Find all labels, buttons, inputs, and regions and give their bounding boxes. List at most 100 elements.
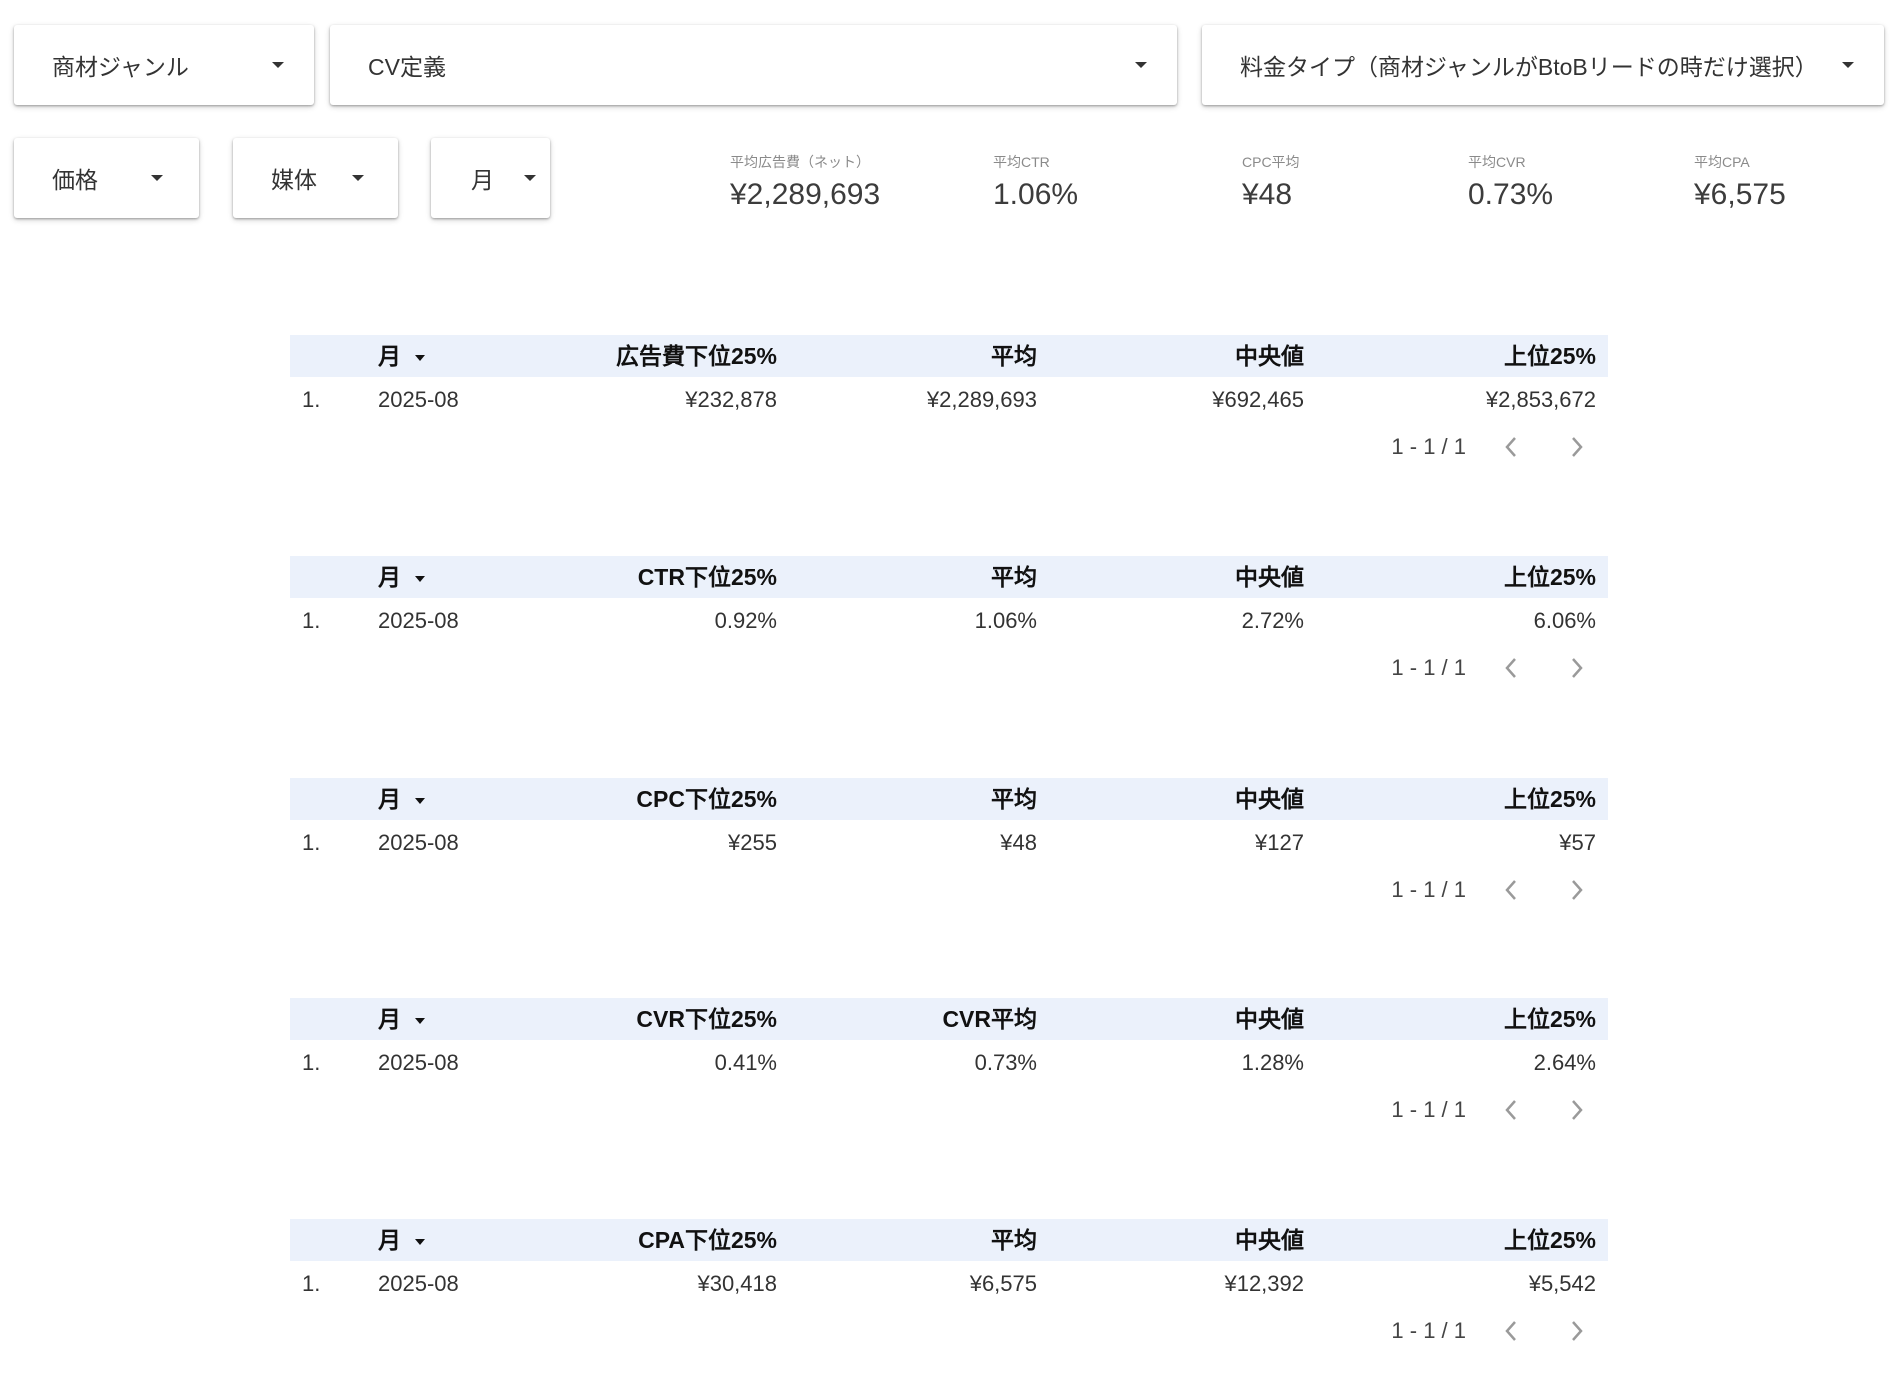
chevron-right-icon[interactable] bbox=[1562, 1096, 1590, 1124]
caret-down-icon bbox=[1135, 62, 1147, 68]
chevron-left-icon[interactable] bbox=[1498, 1317, 1526, 1345]
kpi-avg-cpa: 平均CPA ¥6,575 bbox=[1694, 152, 1786, 212]
table-row: 1. 2025-08 0.41% 0.73% 1.28% 2.64% bbox=[290, 1040, 1608, 1086]
table-cell: ¥255 bbox=[728, 830, 777, 855]
caret-down-icon bbox=[272, 62, 284, 68]
column-header[interactable]: 上位25% bbox=[1504, 556, 1596, 598]
column-header[interactable]: 上位25% bbox=[1504, 778, 1596, 820]
pricing-type-label: 料金タイプ（商材ジャンルがBtoBリードの時だけ選択） bbox=[1240, 54, 1818, 80]
table-cell: 0.73% bbox=[974, 1050, 1037, 1075]
pagination: 1 - 1 / 1 bbox=[1348, 1307, 1608, 1355]
kpi-avg-cpc: CPC平均 ¥48 bbox=[1242, 152, 1300, 212]
chevron-right-icon[interactable] bbox=[1562, 1317, 1590, 1345]
sort-caret-icon bbox=[415, 797, 425, 804]
media-filter-label: 媒体 bbox=[271, 167, 317, 193]
month-column-header[interactable]: 月 bbox=[378, 556, 425, 598]
column-header[interactable]: 広告費下位25% bbox=[616, 335, 777, 377]
kpi-value: ¥2,289,693 bbox=[730, 178, 881, 211]
month-column-header[interactable]: 月 bbox=[378, 998, 425, 1040]
column-header[interactable]: 中央値 bbox=[1235, 556, 1304, 598]
caret-down-icon bbox=[524, 175, 536, 181]
chevron-right-icon[interactable] bbox=[1562, 654, 1590, 682]
pagination: 1 - 1 / 1 bbox=[1348, 423, 1608, 471]
genre-filter-label: 商材ジャンル bbox=[52, 54, 189, 80]
chevron-left-icon[interactable] bbox=[1498, 433, 1526, 461]
pagination-text: 1 - 1 / 1 bbox=[1391, 655, 1466, 680]
kpi-label: 平均CTR bbox=[993, 154, 1050, 170]
month-column-header[interactable]: 月 bbox=[378, 335, 425, 377]
pagination: 1 - 1 / 1 bbox=[1348, 866, 1608, 914]
media-filter-dropdown[interactable]: 媒体 bbox=[233, 138, 398, 218]
month-filter-dropdown[interactable]: 月 bbox=[431, 138, 550, 218]
cpa-table: 月 CPA下位25% 平均 中央値 上位25% 1. 2025-08 ¥30,4… bbox=[290, 1219, 1608, 1387]
column-header[interactable]: 上位25% bbox=[1504, 998, 1596, 1040]
genre-filter-dropdown[interactable]: 商材ジャンル bbox=[14, 25, 314, 105]
column-header[interactable]: CTR下位25% bbox=[638, 556, 777, 598]
column-header[interactable]: 平均 bbox=[991, 335, 1037, 377]
kpi-label: 平均広告費（ネット） bbox=[730, 154, 870, 170]
chevron-right-icon[interactable] bbox=[1562, 433, 1590, 461]
month-filter-label: 月 bbox=[471, 167, 494, 193]
month-cell: 2025-08 bbox=[378, 387, 459, 412]
row-index: 1. bbox=[302, 1271, 321, 1296]
column-header[interactable]: 中央値 bbox=[1235, 335, 1304, 377]
column-header[interactable]: 平均 bbox=[991, 778, 1037, 820]
table-cell: ¥12,392 bbox=[1224, 1271, 1304, 1296]
table-cell: 6.06% bbox=[1533, 608, 1596, 633]
column-header[interactable]: CPC下位25% bbox=[636, 778, 777, 820]
column-header[interactable]: 中央値 bbox=[1235, 1219, 1304, 1261]
kpi-label: CPC平均 bbox=[1242, 154, 1300, 170]
table-row: 1. 2025-08 ¥255 ¥48 ¥127 ¥57 bbox=[290, 820, 1608, 866]
pagination: 1 - 1 / 1 bbox=[1348, 1086, 1608, 1134]
column-header[interactable]: CVR平均 bbox=[942, 998, 1037, 1040]
pagination-text: 1 - 1 / 1 bbox=[1391, 434, 1466, 459]
kpi-avg-ad-spend: 平均広告費（ネット） ¥2,289,693 bbox=[730, 152, 880, 212]
price-filter-dropdown[interactable]: 価格 bbox=[14, 138, 199, 218]
sort-caret-icon bbox=[415, 575, 425, 582]
column-header[interactable]: 中央値 bbox=[1235, 998, 1304, 1040]
kpi-value: 1.06% bbox=[993, 178, 1079, 211]
table-cell: 1.28% bbox=[1241, 1050, 1304, 1075]
chevron-right-icon[interactable] bbox=[1562, 876, 1590, 904]
pagination-text: 1 - 1 / 1 bbox=[1391, 1318, 1466, 1343]
table-cell: ¥232,878 bbox=[685, 387, 777, 412]
sort-caret-icon bbox=[415, 1238, 425, 1245]
cvr-table: 月 CVR下位25% CVR平均 中央値 上位25% 1. 2025-08 0.… bbox=[290, 998, 1608, 1166]
month-cell: 2025-08 bbox=[378, 830, 459, 855]
column-header[interactable]: 平均 bbox=[991, 1219, 1037, 1261]
chevron-left-icon[interactable] bbox=[1498, 876, 1526, 904]
pagination-text: 1 - 1 / 1 bbox=[1391, 1097, 1466, 1122]
cpc-table: 月 CPC下位25% 平均 中央値 上位25% 1. 2025-08 ¥255 … bbox=[290, 778, 1608, 946]
sort-caret-icon bbox=[415, 1017, 425, 1024]
kpi-label: 平均CVR bbox=[1468, 154, 1526, 170]
row-index: 1. bbox=[302, 830, 321, 855]
table-header: 月 CTR下位25% 平均 中央値 上位25% bbox=[290, 556, 1608, 598]
row-index: 1. bbox=[302, 1050, 321, 1075]
caret-down-icon bbox=[1842, 62, 1854, 68]
row-index: 1. bbox=[302, 608, 321, 633]
kpi-value: ¥48 bbox=[1242, 178, 1293, 211]
chevron-left-icon[interactable] bbox=[1498, 654, 1526, 682]
table-cell: ¥48 bbox=[1000, 830, 1037, 855]
table-cell: ¥2,853,672 bbox=[1485, 387, 1596, 412]
table-cell: ¥5,542 bbox=[1528, 1271, 1596, 1296]
kpi-avg-ctr: 平均CTR 1.06% bbox=[993, 152, 1078, 212]
month-column-header[interactable]: 月 bbox=[378, 1219, 425, 1261]
table-header: 月 CPC下位25% 平均 中央値 上位25% bbox=[290, 778, 1608, 820]
table-row: 1. 2025-08 ¥232,878 ¥2,289,693 ¥692,465 … bbox=[290, 377, 1608, 423]
column-header[interactable]: 中央値 bbox=[1235, 778, 1304, 820]
column-header[interactable]: CPA下位25% bbox=[638, 1219, 777, 1261]
cv-definition-dropdown[interactable]: CV定義 bbox=[330, 25, 1177, 105]
month-cell: 2025-08 bbox=[378, 1050, 459, 1075]
pricing-type-dropdown[interactable]: 料金タイプ（商材ジャンルがBtoBリードの時だけ選択） bbox=[1202, 25, 1884, 105]
column-header[interactable]: 平均 bbox=[991, 556, 1037, 598]
column-header[interactable]: 上位25% bbox=[1504, 335, 1596, 377]
kpi-label: 平均CPA bbox=[1694, 154, 1750, 170]
column-header[interactable]: 上位25% bbox=[1504, 1219, 1596, 1261]
table-cell: 0.41% bbox=[714, 1050, 777, 1075]
month-cell: 2025-08 bbox=[378, 1271, 459, 1296]
month-column-header[interactable]: 月 bbox=[378, 778, 425, 820]
column-header[interactable]: CVR下位25% bbox=[636, 998, 777, 1040]
table-cell: 2.72% bbox=[1241, 608, 1304, 633]
chevron-left-icon[interactable] bbox=[1498, 1096, 1526, 1124]
